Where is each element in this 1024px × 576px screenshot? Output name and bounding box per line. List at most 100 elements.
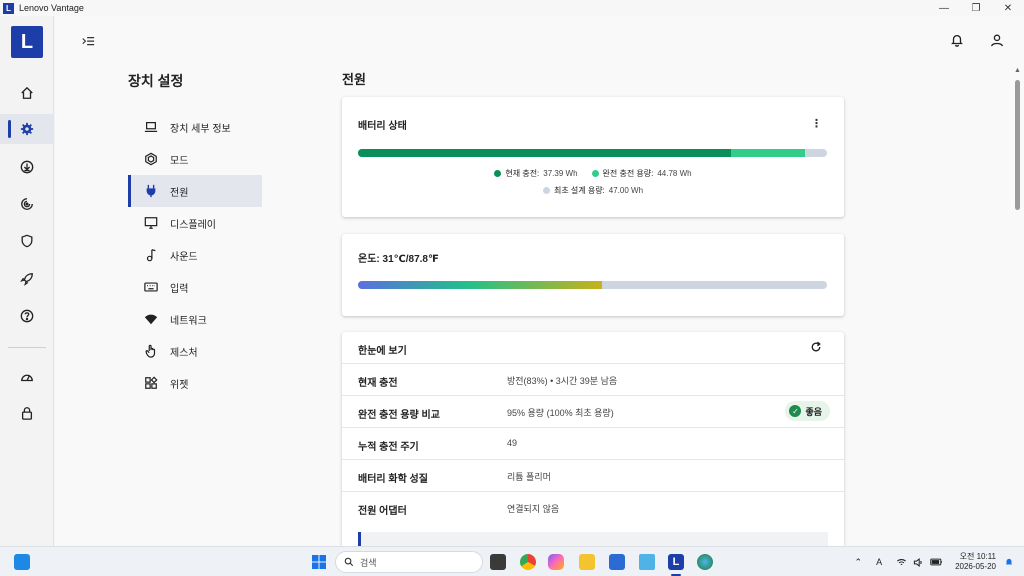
task-view-icon[interactable] [490,554,506,570]
legend-design-label: 최초 설계 용량: [553,186,605,195]
nav-item-widgets[interactable]: 위젯 [128,367,262,399]
adapter-detail-panel [358,532,828,546]
rocket-icon[interactable] [0,264,54,294]
glance-row-current-charge: 현재 충전 방전(83%) • 3시간 39분 남음 [342,364,844,396]
clock[interactable]: 오전 10:11 2026-05-20 [955,552,996,572]
scroll-up-arrow[interactable]: ▲ [1014,67,1021,74]
windows-start-icon[interactable] [311,554,327,570]
nav-item-label: 장치 세부 정보 [170,123,231,135]
glance-row-capacity-compare: 완전 충전 용량 비교 95% 용량 (100% 최초 용량) ✓ 좋음 [342,396,844,428]
wifi-tray-icon[interactable] [896,557,907,568]
taskbar-search[interactable]: 검색 [335,551,483,573]
download-icon[interactable] [0,152,54,182]
maximize-button[interactable]: ❐ [960,0,992,16]
lenovo-vantage-taskbar-icon[interactable]: L [668,554,684,570]
battery-bar [358,149,827,157]
scrollbar-thumb[interactable] [1015,80,1020,210]
section-title: 전원 [342,72,366,87]
hand-icon [145,344,156,358]
search-icon [344,557,354,567]
status-badge: ✓ 좋음 [785,401,830,421]
refresh-icon[interactable] [810,341,822,353]
radar-icon[interactable] [0,189,54,219]
header-actions [950,33,1004,47]
nav-item-label: 모드 [170,155,189,167]
legend-full-value: 44.78 Wh [657,169,692,178]
temperature-fill [358,281,602,289]
glance-value: 49 [507,438,518,448]
window-title: Lenovo Vantage [19,3,84,13]
glance-header: 한눈에 보기 [342,332,844,364]
widgets-taskbar-icon[interactable] [14,554,30,570]
app-icon[interactable] [639,554,655,570]
battery-current-segment [358,149,732,157]
temperature-bar [358,281,827,289]
settings-title: 장치 설정 [128,73,184,89]
legend-current: 현재 충전: 37.39 Wh [494,168,578,179]
nav-item-power[interactable]: 전원 [128,175,262,207]
legend-dot-full [591,170,599,177]
nav-item-label: 네트워크 [170,315,207,327]
glance-key: 누적 충전 주기 [358,442,419,453]
nav-item-network[interactable]: 네트워크 [128,303,262,335]
gear-icon[interactable] [0,114,54,144]
copilot-icon[interactable] [548,554,564,570]
nav-item-input[interactable]: 입력 [128,271,262,303]
nav-item-label: 위젯 [170,379,189,391]
music-note-icon [146,249,156,262]
account-icon[interactable] [990,33,1004,47]
taskbar: 검색 L ⌃ A 오전 10:11 2026-05-20 [0,546,1024,576]
app-logo: L [3,2,14,14]
glance-value: 95% 용량 (100% 최초 용량) [507,408,614,418]
search-placeholder: 검색 [360,557,377,568]
minimize-button[interactable]: — [928,0,960,16]
glance-key: 현재 충전 [358,378,398,389]
temperature-value: 31℃/87.8℉ [382,254,439,265]
legend-current-value: 37.39 Wh [543,169,578,178]
chrome-icon[interactable] [520,554,536,570]
bell-icon[interactable] [950,33,964,47]
file-explorer-icon[interactable] [579,554,595,570]
glance-key: 전원 어댑터 [358,506,407,517]
nav-item-mode[interactable]: 모드 [128,143,262,175]
left-rail: L [0,16,54,546]
system-tray: ⌃ A 오전 10:11 2026-05-20 [855,547,1024,576]
clock-time: 오전 10:11 [959,552,996,561]
temperature-label: 온도: [358,254,380,265]
title-bar: L Lenovo Vantage — ❐ ✕ [0,0,1024,16]
legend-current-label: 현재 충전: [505,169,540,178]
nav-item-sound[interactable]: 사운드 [128,239,262,271]
notification-bell-icon[interactable] [1004,557,1014,567]
lock-icon[interactable] [0,398,54,428]
volume-icon[interactable] [913,557,924,568]
widgets-icon [145,376,158,389]
glance-key: 완전 충전 용량 비교 [358,410,440,421]
ime-indicator[interactable]: A [876,557,882,567]
battery-icon[interactable] [930,557,943,567]
more-options-icon[interactable]: ⋮ [811,117,822,130]
browser-icon[interactable] [697,554,713,570]
close-button[interactable]: ✕ [992,0,1024,16]
chevron-up-icon[interactable]: ⌃ [855,557,863,568]
monitor-icon [144,217,158,229]
status-badge-label: 좋음 [805,406,822,417]
battery-card-title: 배터리 상태 [358,121,407,132]
nav-item-gesture[interactable]: 제스처 [128,335,262,367]
home-icon[interactable] [0,78,54,108]
nav-item-display[interactable]: 디스플레이 [128,207,262,239]
temperature-title: 온도: 31℃/87.8℉ [358,250,439,265]
battery-legend-2: 최초 설계 용량: 47.00 Wh [342,185,844,196]
shield-icon[interactable] [0,226,54,256]
collapse-menu-icon[interactable] [81,35,95,49]
battery-legend: 현재 충전: 37.39 Wh 완전 충전 용량: 44.78 Wh [342,168,844,179]
glance-value: 리튬 폴리머 [507,472,551,482]
clock-date: 2026-05-20 [955,562,996,571]
nav-item-device-details[interactable]: 장치 세부 정보 [128,111,262,143]
gauge-icon[interactable] [0,362,54,392]
brand-logo[interactable]: L [11,26,43,58]
glance-row-adapter: 전원 어댑터 연결되지 않음 [342,492,844,524]
store-icon[interactable] [609,554,625,570]
help-icon[interactable] [0,301,54,331]
check-icon: ✓ [789,405,802,417]
rail-divider [8,347,46,348]
